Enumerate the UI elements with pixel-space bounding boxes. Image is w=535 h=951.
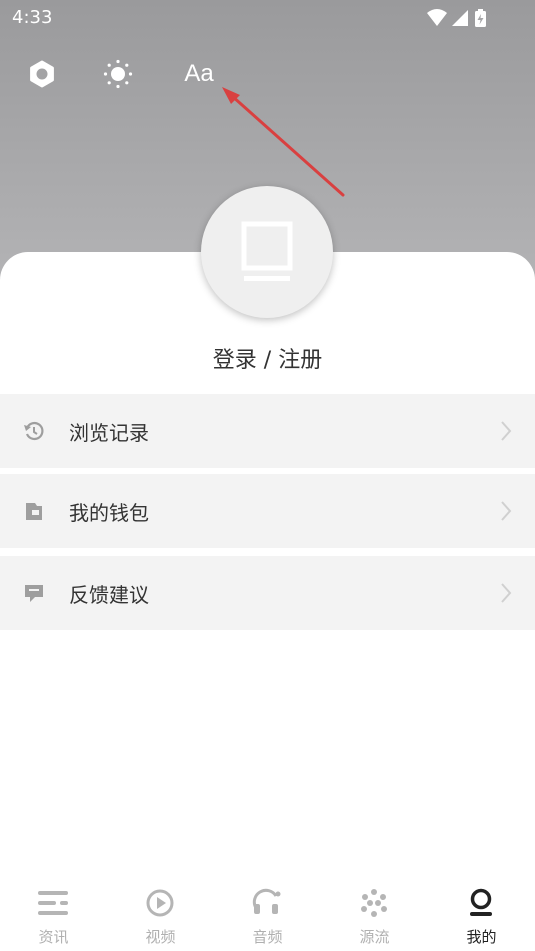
headphones-icon bbox=[250, 886, 284, 920]
menu-item-feedback[interactable]: 反馈建议 bbox=[0, 556, 535, 630]
tab-audio[interactable]: 音频 bbox=[214, 880, 321, 951]
login-register-link[interactable]: 登录 / 注册 bbox=[0, 342, 535, 374]
menu-item-wallet[interactable]: 我的钱包 bbox=[0, 474, 535, 548]
brightness-button[interactable] bbox=[100, 56, 136, 92]
tab-label: 视频 bbox=[145, 928, 176, 946]
video-play-icon bbox=[143, 886, 177, 920]
menu-item-label: 浏览记录 bbox=[69, 420, 149, 445]
tab-news[interactable]: 资讯 bbox=[0, 880, 107, 951]
chevron-right-icon bbox=[501, 583, 512, 603]
wifi-icon bbox=[427, 9, 447, 26]
menu-item-label: 我的钱包 bbox=[69, 500, 149, 525]
tab-label: 我的 bbox=[466, 928, 497, 946]
status-icons bbox=[427, 9, 486, 27]
tab-source[interactable]: 源流 bbox=[321, 880, 428, 951]
tab-profile[interactable]: 我的 bbox=[428, 880, 535, 951]
profile-icon bbox=[464, 886, 498, 920]
avatar[interactable] bbox=[201, 186, 333, 318]
wallet-icon bbox=[22, 499, 46, 523]
signal-icon bbox=[452, 10, 468, 26]
settings-button[interactable] bbox=[24, 56, 60, 92]
battery-charging-icon bbox=[475, 9, 486, 27]
font-size-icon: Aa bbox=[184, 60, 214, 87]
settings-gear-icon bbox=[30, 60, 54, 88]
chevron-right-icon bbox=[501, 501, 512, 521]
feedback-icon bbox=[22, 581, 46, 605]
tab-video[interactable]: 视频 bbox=[107, 880, 214, 951]
history-icon bbox=[22, 419, 46, 443]
tab-label: 源流 bbox=[359, 928, 390, 946]
tab-label: 音频 bbox=[252, 928, 283, 946]
menu-item-label: 反馈建议 bbox=[69, 582, 149, 607]
font-size-button[interactable]: Aa bbox=[176, 56, 222, 92]
chevron-right-icon bbox=[501, 421, 512, 441]
menu-item-history[interactable]: 浏览记录 bbox=[0, 394, 535, 468]
bottom-tab-bar: 资讯 视频 音频 源流 我的 bbox=[0, 880, 535, 951]
status-time: 4:33 bbox=[12, 7, 53, 28]
source-dots-icon bbox=[357, 886, 391, 920]
tab-label: 资讯 bbox=[38, 928, 69, 946]
status-bar: 4:33 bbox=[0, 0, 535, 36]
news-icon bbox=[36, 886, 70, 920]
avatar-placeholder-icon bbox=[241, 221, 293, 281]
brightness-icon bbox=[103, 59, 133, 89]
